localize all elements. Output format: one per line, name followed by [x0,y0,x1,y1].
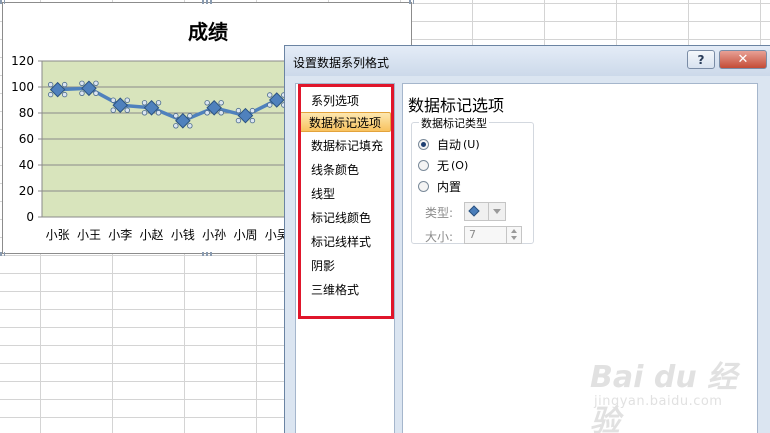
radio-selected-dot [421,141,426,147]
y-tick-label: 100 [11,80,34,94]
selection-handle [218,100,224,106]
selection-handle [141,100,148,106]
selection-handle [267,102,273,108]
selection-handle [93,80,99,86]
y-tick-label: 60 [19,132,34,146]
baidu-watermark: Bai du 经验 jingyan.baidu.com [590,352,766,433]
x-axis: 小张 小王 小李 小赵 小钱 小孙 小周 小吴 [46,227,289,242]
selection-handle [61,91,68,98]
radio-shortcut: (U) [463,137,480,151]
dialog-title: 设置数据系列格式 [293,56,390,70]
radio-auto[interactable]: 自动 (U) [418,136,480,152]
spin-down-icon[interactable] [511,236,517,240]
y-tick-label: 20 [19,184,34,198]
selection-handle [218,110,224,116]
selection-handle [110,97,116,103]
radio-label: 自动 [437,137,462,152]
selection-handle [173,123,179,129]
selection-handle [173,113,179,119]
selection-handle [267,92,273,98]
nav-item[interactable]: 标记线颜色 [301,208,389,228]
selection-handle [249,117,256,124]
size-spinner[interactable] [506,227,521,243]
spin-up-icon[interactable] [511,229,517,233]
x-tick-label: 小赵 [140,228,164,242]
selection-handle [47,81,54,88]
x-tick-label: 小孙 [202,228,226,242]
y-tick-label: 0 [26,210,34,224]
group-label: 数据标记类型 [419,115,489,131]
selection-handle [235,117,242,124]
watermark-logo: Bai du 经验 [590,360,738,433]
chart-resize-handle[interactable] [202,0,214,4]
chart-resize-handle[interactable] [0,252,5,256]
selection-handle [187,113,193,119]
y-axis: 0 20 40 60 80 100 120 [11,54,43,224]
selection-handle [93,90,99,96]
selection-handle [204,110,210,116]
nav-item[interactable]: 系列选项 [301,91,389,111]
nav-item[interactable]: 线条颜色 [301,160,389,180]
radio-shortcut: (O) [451,158,469,172]
nav-item[interactable]: 数据标记选项 [298,112,391,132]
x-tick-label: 小王 [77,228,101,242]
selection-handle [141,110,148,116]
selection-handle [61,81,68,88]
close-button[interactable]: ✕ [719,50,767,69]
chart-resize-handle[interactable] [0,0,5,4]
radio-button[interactable] [418,138,429,150]
section-title: 数据标记选项 [408,96,505,115]
selection-handle [110,107,116,113]
selection-handle [155,110,162,116]
dialog-titlebar[interactable]: 设置数据系列格式 ? ✕ [285,46,770,76]
help-icon: ? [697,52,705,67]
y-tick-label: 80 [19,106,34,120]
size-label: 大小: [425,230,454,244]
selection-handle [79,90,85,96]
nav-item[interactable]: 阴影 [301,256,389,276]
radio-none[interactable]: 无 (O) [418,157,468,173]
selection-handle [155,100,162,106]
selection-handle [235,107,242,114]
nav-item[interactable]: 三维格式 [301,280,389,300]
selection-handle [187,123,193,129]
type-label: 类型: [425,206,454,220]
radio-label: 内置 [437,179,462,194]
radio-label: 无 [437,158,450,173]
selection-handle [124,97,130,103]
nav-item[interactable]: 标记线样式 [301,232,389,252]
selection-handle [47,91,54,98]
x-tick-label: 小周 [233,228,257,242]
diamond-icon [468,205,480,217]
chart-title: 成绩 [188,20,228,44]
selection-handle [79,80,85,86]
marker-type-select[interactable] [464,202,506,221]
x-tick-label: 小李 [108,227,132,242]
watermark-url: jingyan.baidu.com [594,394,723,409]
chart-resize-handle[interactable] [409,0,414,4]
size-value: 7 [469,228,476,241]
chevron-down-icon[interactable] [488,203,505,220]
x-tick-label: 小张 [46,228,70,242]
y-tick-label: 120 [11,54,34,68]
radio-button[interactable] [418,180,429,192]
selection-handle [204,100,210,106]
help-button[interactable]: ? [687,50,715,69]
selection-handle [124,107,130,113]
close-icon: ✕ [737,52,749,67]
marker-size-input[interactable]: 7 [464,226,522,244]
nav-item[interactable]: 数据标记填充 [301,136,389,156]
chart-resize-handle[interactable] [202,252,214,256]
nav-item[interactable]: 线型 [301,184,389,204]
y-tick-label: 40 [19,158,34,172]
marker-type-group: 数据标记类型 自动 (U) 无 (O) 内置 类型: 大小: 7 [411,115,534,244]
radio-builtin[interactable]: 内置 [418,178,461,194]
x-tick-label: 小钱 [171,227,195,242]
radio-button[interactable] [418,159,429,171]
selection-handle [249,107,256,114]
